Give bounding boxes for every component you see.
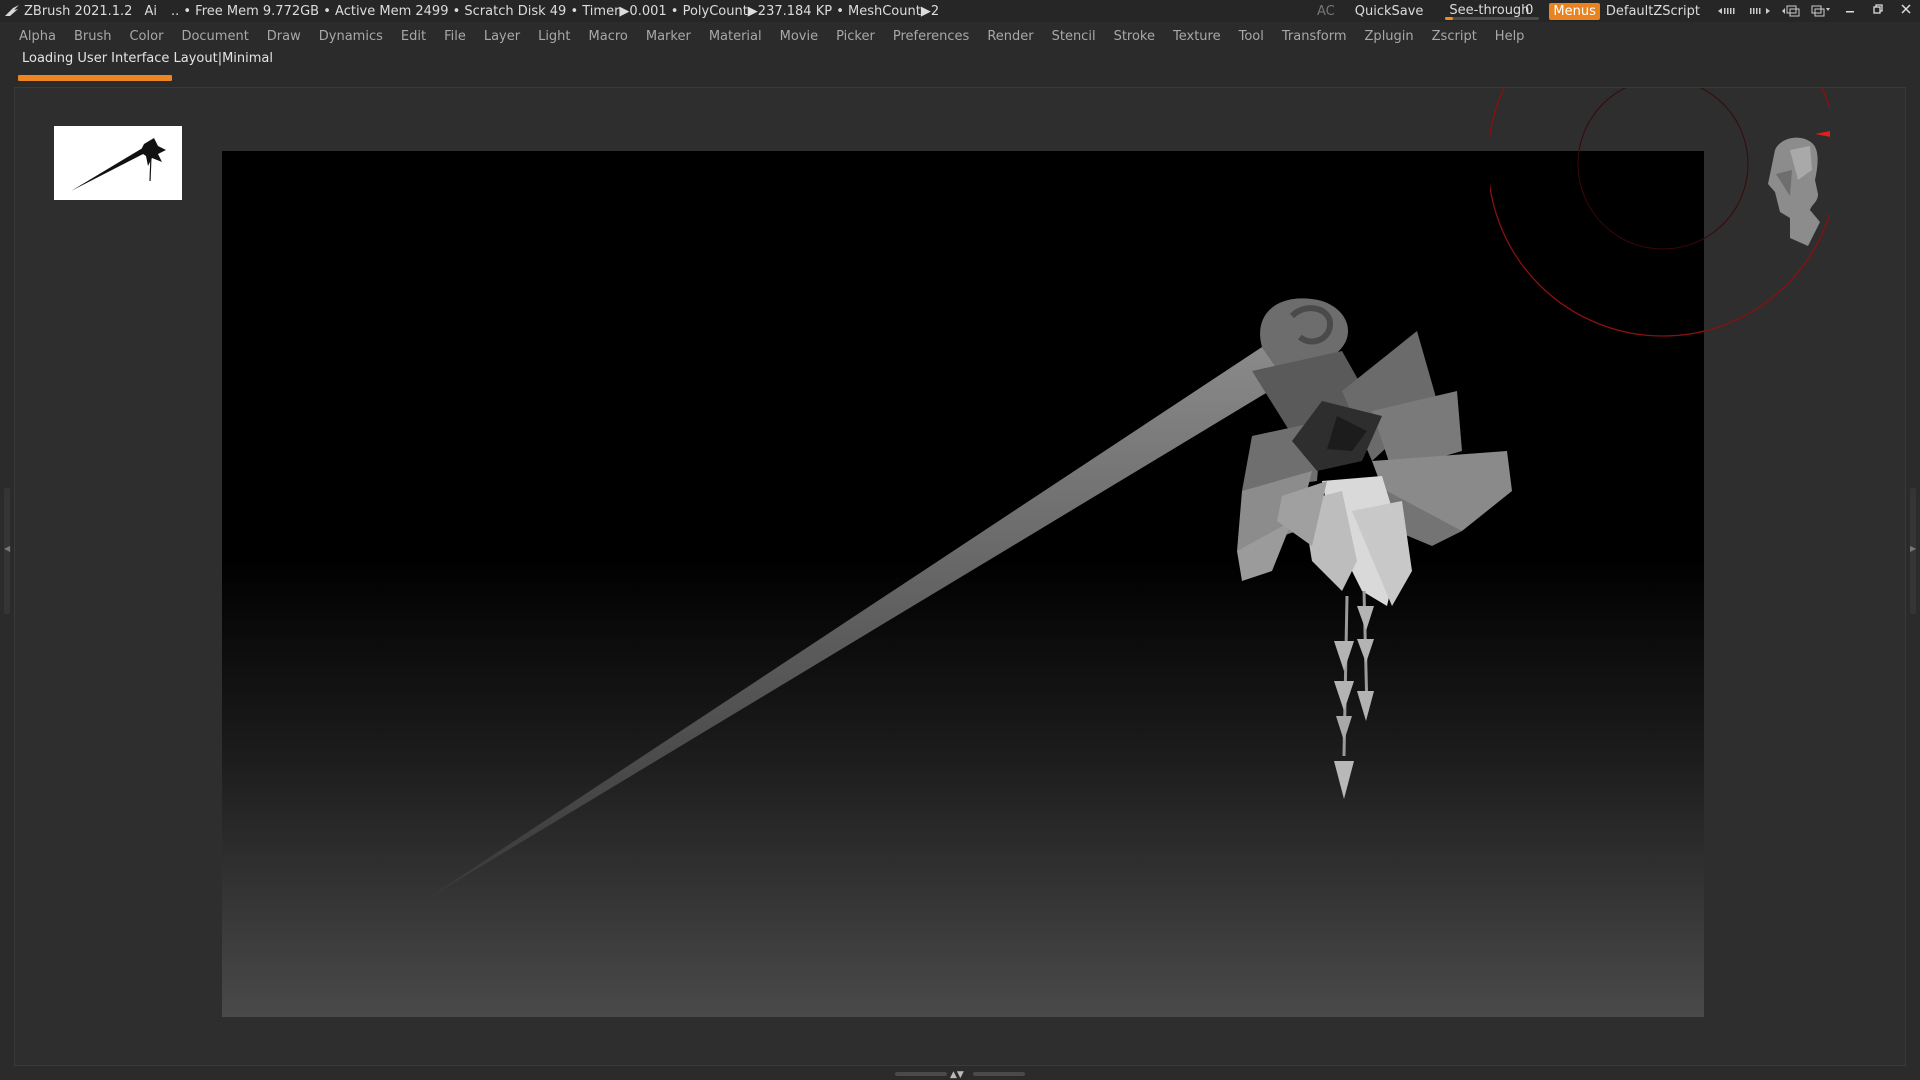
menu-zplugin[interactable]: Zplugin (1356, 29, 1423, 44)
ac-label[interactable]: AC (1317, 4, 1335, 19)
right-tray-handle[interactable]: ▶ (1910, 488, 1916, 614)
hair-pin-thumbnail-icon (71, 138, 166, 191)
minimize-icon[interactable] (1836, 3, 1864, 19)
layout-switch-icon[interactable] (1781, 5, 1801, 17)
restore-icon[interactable] (1864, 3, 1892, 19)
menu-material[interactable]: Material (700, 29, 771, 44)
scroll-right-icon[interactable] (1749, 6, 1771, 16)
ai-label[interactable]: Ai (144, 4, 157, 19)
menu-document[interactable]: Document (172, 29, 257, 44)
menu-layer[interactable]: Layer (475, 29, 529, 44)
expand-right-icon: ▶ (1910, 544, 1917, 553)
loading-status-text: Loading User Interface Layout|Minimal (22, 51, 274, 66)
menus-toggle-button[interactable]: Menus (1549, 2, 1600, 20)
menu-texture[interactable]: Texture (1164, 29, 1230, 44)
menu-picker[interactable]: Picker (827, 29, 884, 44)
scroll-left-icon[interactable] (1717, 6, 1739, 16)
menu-movie[interactable]: Movie (771, 29, 827, 44)
zbrush-logo-icon (3, 2, 21, 20)
menu-draw[interactable]: Draw (258, 29, 310, 44)
menu-light[interactable]: Light (529, 29, 579, 44)
current-tool-thumbnail[interactable] (54, 126, 182, 200)
menu-edit[interactable]: Edit (392, 29, 435, 44)
bottom-handle-bar-left (895, 1072, 947, 1076)
app-title: ZBrush 2021.1.2 (24, 3, 133, 19)
menu-help[interactable]: Help (1486, 29, 1534, 44)
menu-zscript[interactable]: Zscript (1423, 29, 1486, 44)
head-gizmo-icon (1487, 0, 1868, 337)
menu-tool[interactable]: Tool (1230, 29, 1273, 44)
layout-menu-icon[interactable] (1811, 5, 1831, 17)
menu-stroke[interactable]: Stroke (1105, 29, 1164, 44)
see-through-value: 0 (1525, 3, 1534, 18)
expand-bottom-icon: ▲▼ (950, 1070, 964, 1080)
menu-macro[interactable]: Macro (580, 29, 637, 44)
see-through-track (1445, 17, 1540, 20)
see-through-label: See-through (1449, 3, 1530, 18)
see-through-fill (1445, 17, 1454, 20)
bottom-tray-handle[interactable]: ▲▼ (895, 1070, 1025, 1080)
menu-render[interactable]: Render (978, 29, 1042, 44)
hair-pin-model (422, 298, 1512, 902)
menu-stencil[interactable]: Stencil (1043, 29, 1105, 44)
quicksave-button[interactable]: QuickSave (1355, 4, 1424, 19)
bottom-handle-bar-right (973, 1072, 1025, 1076)
menu-preferences[interactable]: Preferences (884, 29, 978, 44)
default-zscript-button[interactable]: DefaultZScript (1606, 4, 1700, 19)
main-menu-bar: Alpha Brush Color Document Draw Dynamics… (0, 22, 1920, 50)
title-bar: ZBrush 2021.1.2 Ai .. • Free Mem 9.772GB… (0, 0, 1920, 22)
left-tray-handle[interactable]: ◀ (4, 488, 10, 614)
menu-brush[interactable]: Brush (65, 29, 121, 44)
navigation-gizmo[interactable] (1487, 0, 1868, 348)
memory-stats: .. • Free Mem 9.772GB • Active Mem 2499 … (170, 3, 940, 19)
viewport-canvas[interactable] (222, 151, 1704, 1017)
loading-progress-bar (18, 75, 172, 81)
menu-color[interactable]: Color (120, 29, 172, 44)
close-icon[interactable] (1892, 3, 1920, 19)
menu-dynamics[interactable]: Dynamics (310, 29, 392, 44)
menu-file[interactable]: File (435, 29, 475, 44)
see-through-slider[interactable]: See-through 0 (1445, 2, 1540, 20)
menu-transform[interactable]: Transform (1273, 29, 1356, 44)
menu-alpha[interactable]: Alpha (10, 29, 65, 44)
menu-marker[interactable]: Marker (637, 29, 700, 44)
expand-left-icon: ◀ (4, 544, 11, 553)
